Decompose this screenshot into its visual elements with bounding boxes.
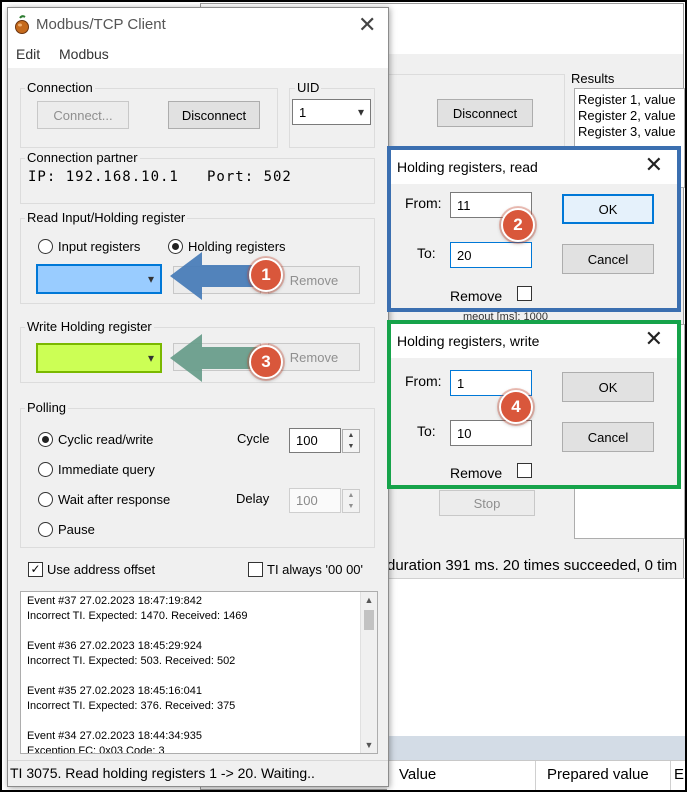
read-from-label: From: xyxy=(405,195,442,211)
column-value[interactable]: Value xyxy=(399,766,436,783)
holding-write-dialog: Holding registers, write ✕ From: 1 To: 1… xyxy=(387,320,681,489)
write-to-label: To: xyxy=(417,423,436,439)
read-dialog-title: Holding registers, read xyxy=(391,150,677,184)
results-item: Register 3, value xyxy=(578,124,676,139)
read-cancel-button[interactable]: Cancel xyxy=(562,244,654,274)
menu-bar: Edit Modbus xyxy=(8,40,388,68)
table-header: Value Prepared value E xyxy=(387,760,685,791)
immediate-radio[interactable] xyxy=(38,462,53,477)
disconnect-button[interactable]: Disconnect xyxy=(168,101,260,129)
annotation-badge-4: 4 xyxy=(499,390,533,424)
log-entry-body: Incorrect TI. Expected: 503. Received: 5… xyxy=(27,655,236,667)
annotation-badge-1: 1 xyxy=(249,258,283,292)
read-range-combo[interactable]: ▾ xyxy=(36,264,162,294)
log-entry-body: Incorrect TI. Expected: 1470. Received: … xyxy=(27,610,248,622)
cycle-spinner[interactable]: ▲ ▼ xyxy=(342,429,360,453)
partner-ip: IP: 192.168.10.1 xyxy=(28,169,179,185)
close-icon[interactable]: ✕ xyxy=(645,328,663,350)
annotation-badge-2: 2 xyxy=(501,208,535,242)
table-toolbar xyxy=(387,736,685,760)
chevron-down-icon: ▾ xyxy=(147,272,154,286)
log-entry-head: Event #37 27.02.2023 18:47:19:842 xyxy=(27,595,202,607)
title-bar: Modbus/TCP Client ✕ xyxy=(8,8,388,40)
close-icon[interactable]: ✕ xyxy=(358,12,376,38)
app-icon xyxy=(15,15,29,34)
scroll-thumb[interactable] xyxy=(364,610,374,630)
window-title: Modbus/TCP Client xyxy=(36,16,166,33)
cyclic-radio[interactable] xyxy=(38,432,53,447)
table-area xyxy=(387,578,685,736)
log-entry-head: Event #36 27.02.2023 18:45:29:924 xyxy=(27,640,202,652)
write-dialog-title: Holding registers, write xyxy=(391,324,677,358)
bg-disconnect-button[interactable]: Disconnect xyxy=(437,99,533,127)
read-remove-label: Remove xyxy=(450,288,503,304)
log-entry-body: Exception FC: 0x03 Code: 3 xyxy=(27,745,165,754)
write-ok-button[interactable]: OK xyxy=(562,372,654,402)
partner-port: Port: 502 xyxy=(207,169,292,185)
menu-edit[interactable]: Edit xyxy=(16,46,40,62)
results-item: Register 2, value xyxy=(578,108,676,123)
ti-checkbox[interactable] xyxy=(248,562,263,577)
uid-value: 1 xyxy=(299,104,307,120)
use-offset-label: Use address offset xyxy=(47,562,156,577)
cycle-label: Cycle xyxy=(237,431,270,446)
results-label: Results xyxy=(571,71,615,86)
write-cancel-button[interactable]: Cancel xyxy=(562,422,654,452)
chevron-down-icon: ▾ xyxy=(357,105,364,119)
column-divider xyxy=(535,761,536,791)
read-to-input[interactable]: 20 xyxy=(450,242,532,268)
ti-label: TI always '00 00' xyxy=(267,562,364,577)
log-entry-body: Incorrect TI. Expected: 376. Received: 3… xyxy=(27,700,236,712)
annotation-badge-3: 3 xyxy=(249,345,283,379)
write-from-label: From: xyxy=(405,373,442,389)
uid-label: UID xyxy=(295,80,322,95)
write-to-input[interactable]: 10 xyxy=(450,420,532,446)
log-entry-head: Event #34 27.02.2023 18:44:34:935 xyxy=(27,730,202,742)
read-group-label: Read Input/Holding register xyxy=(25,210,188,225)
duration-status: duration 391 ms. 20 times succeeded, 0 t… xyxy=(387,557,678,574)
wait-label: Wait after response xyxy=(58,492,171,507)
uid-select[interactable]: 1 ▾ xyxy=(292,99,371,125)
read-to-label: To: xyxy=(417,245,436,261)
pause-label: Pause xyxy=(58,522,95,537)
partner-group-label: Connection partner xyxy=(25,150,140,165)
wait-radio[interactable] xyxy=(38,492,53,507)
modbus-client-window: Modbus/TCP Client ✕ Edit Modbus Connecti… xyxy=(7,7,389,787)
input-registers-label: Input registers xyxy=(58,239,141,254)
results-item: Register 1, value xyxy=(578,92,676,107)
connect-button[interactable]: Connect... xyxy=(37,101,129,129)
pause-radio[interactable] xyxy=(38,522,53,537)
write-remove-checkbox[interactable] xyxy=(517,463,532,478)
connection-group-label: Connection xyxy=(25,80,95,95)
scroll-down-icon[interactable]: ▼ xyxy=(361,737,377,753)
chevron-down-icon: ▾ xyxy=(147,351,154,365)
cycle-input[interactable]: 100 xyxy=(289,428,341,453)
column-e[interactable]: E xyxy=(674,766,684,783)
read-ok-button[interactable]: OK xyxy=(562,194,654,224)
close-icon[interactable]: ✕ xyxy=(645,154,663,176)
column-prepared-value[interactable]: Prepared value xyxy=(547,766,649,783)
delay-input[interactable]: 100 xyxy=(289,488,341,513)
input-registers-radio[interactable] xyxy=(38,239,53,254)
cyclic-label: Cyclic read/write xyxy=(58,432,154,447)
log-entry-head: Event #35 27.02.2023 18:45:16:041 xyxy=(27,685,202,697)
immediate-label: Immediate query xyxy=(58,462,155,477)
stop-button[interactable]: Stop xyxy=(439,490,535,516)
delay-spinner[interactable]: ▲ ▼ xyxy=(342,489,360,513)
column-divider xyxy=(670,761,671,791)
write-range-combo[interactable]: ▾ xyxy=(36,343,162,373)
delay-label: Delay xyxy=(236,491,270,506)
log-scrollbar[interactable]: ▲ ▼ xyxy=(360,592,377,753)
write-remove-label: Remove xyxy=(450,465,503,481)
read-remove-checkbox[interactable] xyxy=(517,286,532,301)
status-bar: TI 3075. Read holding registers 1 -> 20.… xyxy=(8,760,388,786)
use-offset-checkbox[interactable]: ✓ xyxy=(28,562,43,577)
scroll-up-icon[interactable]: ▲ xyxy=(361,592,377,608)
write-group-label: Write Holding register xyxy=(25,319,154,334)
polling-group-label: Polling xyxy=(25,400,69,415)
menu-modbus[interactable]: Modbus xyxy=(59,46,109,62)
event-log[interactable]: Event #37 27.02.2023 18:47:19:842 Incorr… xyxy=(20,591,378,754)
